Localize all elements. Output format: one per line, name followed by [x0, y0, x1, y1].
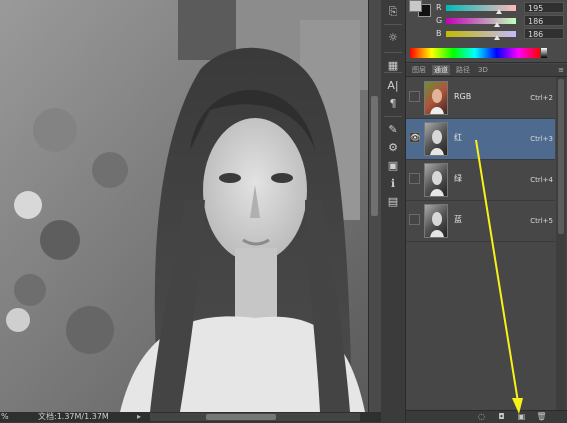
channel-name: 蓝 [454, 215, 462, 224]
slider-value-field[interactable]: 186 [524, 15, 564, 26]
slider-value-field[interactable]: 186 [524, 28, 564, 39]
load-selection-icon[interactable]: ◌ [476, 412, 487, 422]
channel-thumbnail [424, 81, 448, 115]
brush-icon[interactable]: ✎ [385, 122, 401, 138]
channel-shortcut: Ctrl+5 [530, 217, 553, 225]
save-selection-icon[interactable]: ◘ [496, 412, 507, 422]
visibility-eye-icon[interactable] [409, 173, 420, 184]
tab-2[interactable]: 路径 [454, 65, 472, 75]
channels-scrollbar[interactable] [556, 77, 566, 410]
info-icon[interactable]: ℹ [385, 176, 401, 192]
delete-channel-icon[interactable]: 🗑 [536, 412, 547, 422]
divider [384, 24, 402, 25]
slider-knob[interactable] [494, 35, 501, 40]
canvas-horizontal-scrollbar[interactable] [150, 413, 360, 421]
scrollbar-thumb[interactable] [371, 96, 378, 216]
canvas-vertical-scrollbar[interactable] [368, 0, 381, 412]
color-slider-r[interactable]: R 195 [432, 2, 565, 14]
channel-name: RGB [454, 92, 472, 101]
channel-thumbnail [424, 122, 448, 156]
color-slider-b[interactable]: B 186 [432, 28, 565, 40]
slider-track[interactable] [446, 31, 516, 37]
slider-track[interactable] [446, 5, 516, 11]
channel-shortcut: Ctrl+3 [530, 135, 553, 143]
panel-dock-icons: ⎘ ☼ ▦ A| ¶ ✎ ⚙ ▣ ℹ ▤ [381, 0, 406, 422]
channel-shortcut: Ctrl+2 [530, 94, 553, 102]
history-icon[interactable]: ⎘ [385, 4, 401, 20]
channel-row[interactable]: 绿 Ctrl+4 [406, 160, 555, 201]
color-slider-g[interactable]: G 186 [432, 15, 565, 27]
new-channel-icon[interactable]: ▣ [516, 412, 527, 422]
channels-bottom-bar: ◌ ◘ ▣ 🗑 [406, 410, 567, 423]
divider [384, 72, 402, 73]
black-white-ramp[interactable] [541, 48, 547, 58]
slider-label: B [436, 29, 442, 38]
channel-row[interactable]: RGB Ctrl+2 [406, 78, 555, 119]
foreground-color-swatch[interactable] [409, 0, 422, 12]
visibility-eye-icon[interactable]: 👁 [409, 132, 420, 143]
panel-menu-icon[interactable]: ≡ [558, 65, 564, 75]
document-size-info: 文档:1.37M/1.37M [38, 412, 109, 421]
scrollbar-thumb[interactable] [558, 79, 564, 234]
zoom-level[interactable]: % [1, 412, 9, 422]
panel-tabs: 图层 通道 路径 3D ≡ [406, 64, 567, 77]
slider-track[interactable] [446, 18, 516, 24]
channel-name: 绿 [454, 174, 462, 183]
slider-label: R [436, 3, 442, 12]
notes-icon[interactable]: ▤ [385, 194, 401, 210]
channel-name: 红 [454, 133, 462, 142]
status-bar: % 文档:1.37M/1.37M ▸ [0, 412, 405, 422]
tab-3[interactable]: 3D [476, 65, 490, 75]
visibility-eye-icon[interactable] [409, 91, 420, 102]
slider-knob[interactable] [496, 9, 503, 14]
channel-row[interactable]: 蓝 Ctrl+5 [406, 201, 555, 242]
slider-label: G [436, 16, 443, 25]
channel-shortcut: Ctrl+4 [530, 176, 553, 184]
color-panel: R 195 G 186 B 186 [406, 0, 567, 63]
channel-row[interactable]: 👁 红 Ctrl+3 [406, 119, 555, 160]
slider-value-field[interactable]: 195 [524, 2, 564, 13]
paragraph-icon[interactable]: ¶ [385, 96, 401, 112]
tool-presets-icon[interactable]: ⚙ [385, 140, 401, 156]
tab-1[interactable]: 通道 [432, 65, 450, 75]
slider-knob[interactable] [494, 22, 501, 27]
visibility-eye-icon[interactable] [409, 214, 420, 225]
divider [384, 116, 402, 117]
color-spectrum-ramp[interactable] [410, 48, 540, 58]
scrollbar-thumb[interactable] [206, 414, 276, 420]
document-canvas[interactable] [0, 0, 368, 412]
navigator-icon[interactable]: ▣ [385, 158, 401, 174]
channel-thumbnail [424, 204, 448, 238]
adjust-icon[interactable]: ☼ [385, 30, 401, 46]
status-menu-arrow-icon[interactable]: ▸ [137, 412, 141, 422]
divider [384, 52, 402, 53]
right-panel: R 195 G 186 B 186 图层 通道 路径 3D ≡ RGB Ctrl+2 👁 红 Ctrl+… [406, 0, 567, 423]
photo-portrait [0, 0, 368, 412]
character-icon[interactable]: A| [385, 78, 401, 94]
tab-0[interactable]: 图层 [410, 65, 428, 75]
channel-thumbnail [424, 163, 448, 197]
